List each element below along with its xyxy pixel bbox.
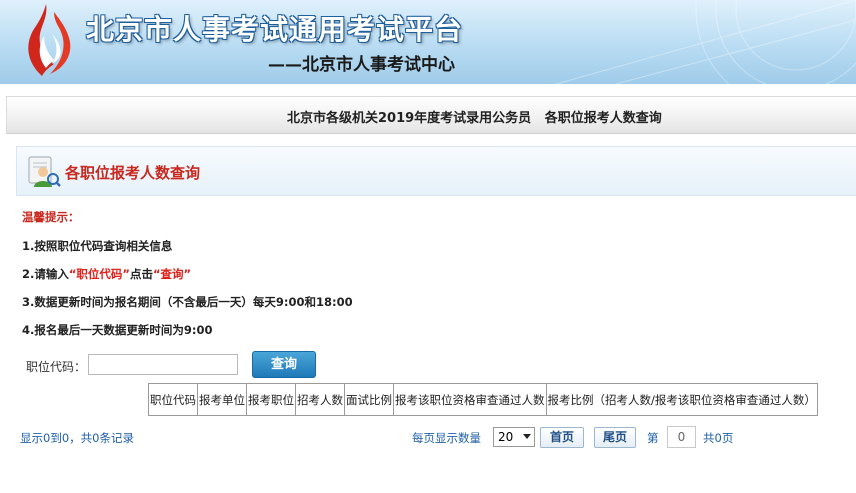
tip-line-2-prefix: 2.请输入	[22, 267, 69, 281]
exam-title-bar: 北京市各级机关2019年度考试录用公务员 各职位报考人数查询	[6, 96, 856, 134]
column-header: 报考职位	[246, 383, 296, 416]
tip-line-2-code: “职位代码”	[68, 267, 130, 281]
separator	[0, 84, 856, 96]
tip-line-2-mid: 点击	[130, 267, 153, 281]
column-header: 报考单位	[197, 383, 247, 416]
first-page-button[interactable]: 首页	[540, 427, 584, 448]
column-header: 报考该职位资格审查通过人数	[393, 383, 547, 416]
platform-title: 北京市人事考试通用考试平台	[86, 13, 464, 46]
page-size-value: 20	[498, 430, 514, 444]
tip-line-2: 2.请输入“职位代码”点击“查询”	[22, 266, 191, 282]
last-page-button[interactable]: 尾页	[594, 427, 636, 448]
page-number-input[interactable]: 0	[667, 426, 696, 448]
column-header: 报考比例（招考人数/报考该职位资格审查通过人数）	[545, 383, 818, 416]
header-banner: 北京市人事考试通用考试平台 ——北京市人事考试中心	[0, 0, 856, 84]
page-size-label: 每页显示数量	[412, 431, 481, 445]
panel-title: 各职位报考人数查询	[65, 164, 201, 182]
tip-line-3: 3.数据更新时间为报名期间（不含最后一天）每天9:00和18:00	[22, 295, 353, 309]
position-code-label: 职位代码：	[26, 360, 87, 374]
panel-header: 各职位报考人数查询	[16, 146, 856, 196]
page-size-select[interactable]: 20	[493, 427, 535, 447]
exam-title: 北京市各级机关2019年度考试录用公务员 各职位报考人数查询	[287, 111, 662, 126]
total-pages: 共0页	[703, 431, 734, 445]
banner-pattern	[555, 0, 856, 84]
user-search-icon	[28, 156, 61, 187]
chevron-down-icon	[523, 434, 531, 439]
tip-line-4: 4.报名最后一天数据更新时间为9:00	[22, 323, 213, 337]
platform-subtitle: ——北京市人事考试中心	[268, 55, 455, 75]
tip-line-2-query: “查询”	[153, 267, 192, 281]
column-header: 职位代码	[148, 383, 198, 416]
column-header: 面试比例	[344, 383, 394, 416]
page: 北京市人事考试通用考试平台 ——北京市人事考试中心 北京市各级机关2019年度考…	[0, 0, 856, 493]
table-header-row: 职位代码 报考单位 报考职位 招考人数 面试比例 报考该职位资格审查通过人数 报…	[148, 383, 818, 416]
record-count-info: 显示0到0，共0条记录	[20, 431, 134, 445]
tip-line-1: 1.按照职位代码查询相关信息	[22, 239, 173, 253]
tips-title: 温馨提示：	[22, 210, 80, 224]
position-code-input[interactable]	[88, 354, 238, 375]
column-header: 招考人数	[295, 383, 345, 416]
page-prefix: 第	[647, 431, 659, 445]
result-table: 职位代码 报考单位 报考职位 招考人数 面试比例 报考该职位资格审查通过人数 报…	[148, 383, 818, 416]
flame-logo-icon	[28, 4, 71, 76]
query-button[interactable]: 查询	[252, 351, 316, 378]
